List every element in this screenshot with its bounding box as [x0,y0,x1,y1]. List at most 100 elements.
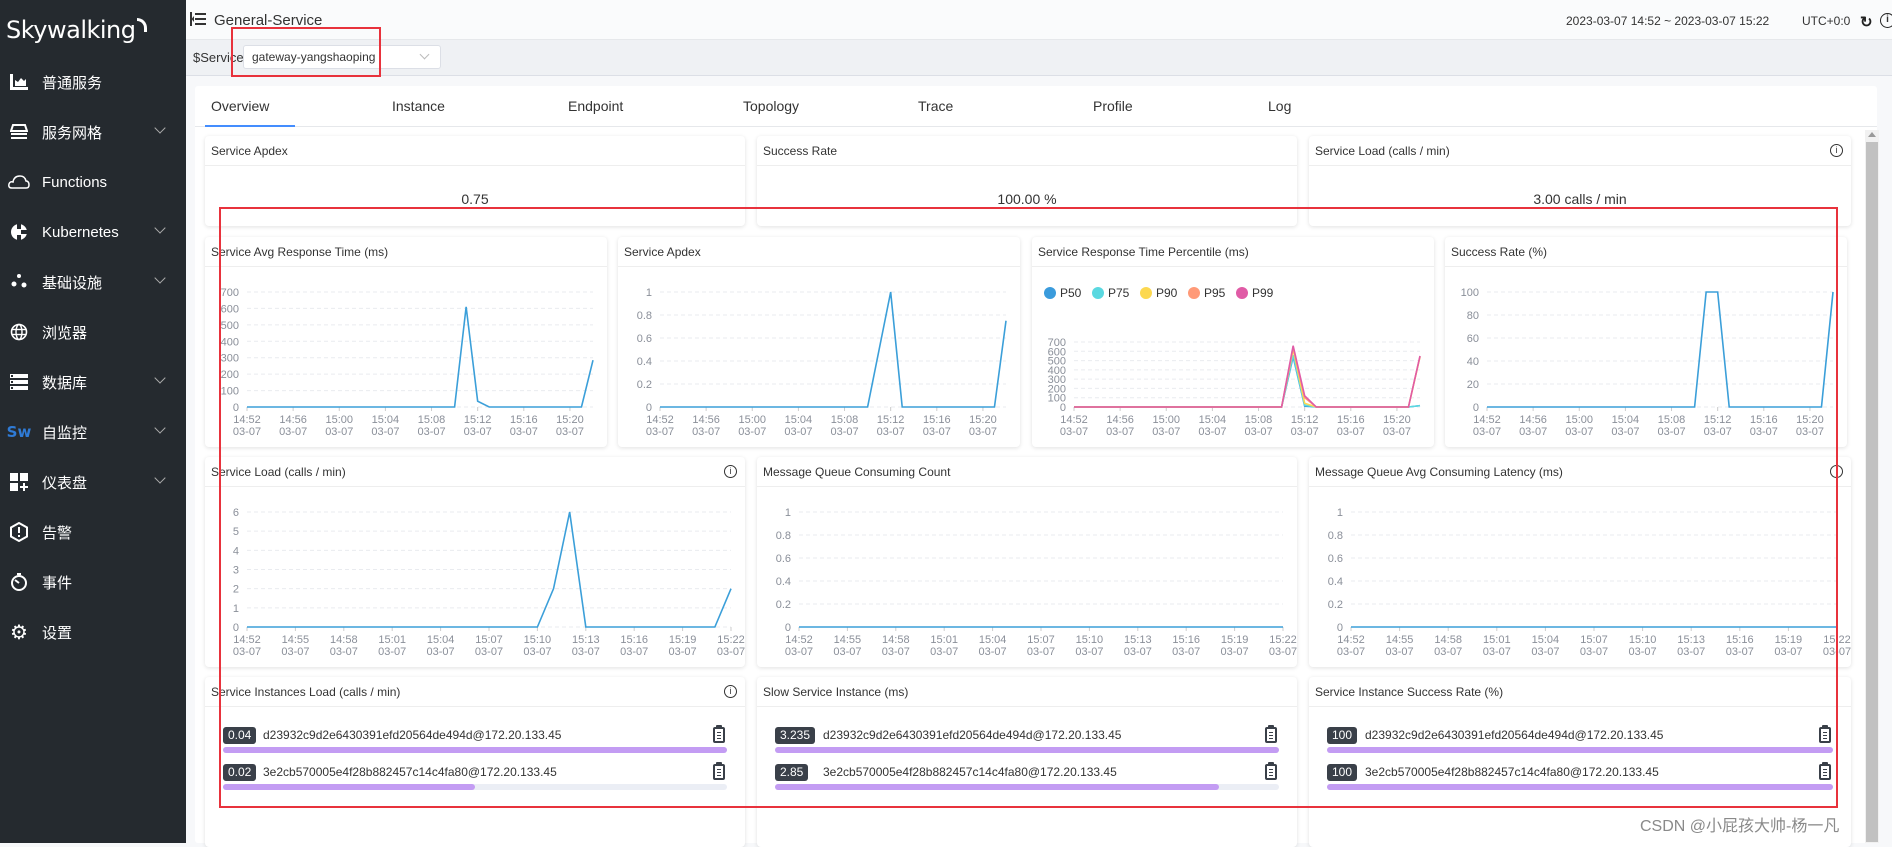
sidebar-item-2[interactable]: Functions [0,157,186,207]
instance-list: 0.04 d23932c9d2e6430391efd20564de494d@17… [223,725,727,801]
scrollbar-thumb[interactable] [1866,142,1878,842]
scroll-up-arrow[interactable] [1868,132,1876,137]
sidebar-item-label: 普通服务 [42,74,103,92]
chart-plot: 010020030040050060070014:5203-0714:5603-… [1044,286,1421,438]
x-tick-label: 15:20 [556,414,584,426]
legend-item-p50[interactable]: P50 [1044,286,1082,300]
y-tick-label: 1 [233,603,239,615]
clipboard-icon[interactable] [1265,725,1277,743]
series-line-apdex[interactable] [660,291,1007,408]
y-tick-label: 1 [785,507,791,519]
sidebar-item-11[interactable]: ⚙ 设置 [0,607,186,657]
sidebar-item-6[interactable]: 数据库 [0,357,186,407]
legend-item-p75[interactable]: P75 [1092,286,1130,300]
legend-swatch [1140,287,1152,299]
y-tick-label: 0.2 [637,379,652,391]
y-tick-label: 600 [221,303,239,315]
progress-fill [775,747,1279,753]
chart-card-avg-resp: Service Avg Response Time (ms) 0 100 200 300… [205,237,607,447]
info-icon[interactable]: i [1830,144,1843,157]
y-tick-label: 0.4 [637,356,652,368]
clipboard-icon[interactable] [1819,762,1831,780]
sidebar-item-1[interactable]: 服务网格 [0,107,186,157]
clipboard-icon[interactable] [713,762,725,780]
x-tick-label: 15:20 [969,414,997,426]
tab-log[interactable]: Log [1268,98,1291,114]
y-tick-label: 0 [785,622,791,634]
chevron-down-icon [154,372,166,384]
success-rate-value: 100.00 % [997,191,1057,207]
list-title: Slow Service Instance (ms) [757,677,1297,707]
sidebar: Skywalking 普通服务服务网格 Functions Kubernetes 基础… [0,0,186,843]
reload-icon[interactable]: ↻ [1860,13,1873,31]
clipboard-icon[interactable] [713,725,725,743]
vertical-scrollbar[interactable] [1865,130,1879,843]
x-tick-label: 15:22 [1823,634,1851,646]
legend-item-p99[interactable]: P99 [1236,286,1274,300]
chart-plot: 010020030040050060070014:5203-0714:5603-… [221,287,594,438]
service-select[interactable]: gateway-yangshaoping [243,45,441,69]
bar-chart-icon [8,71,30,93]
sidebar-item-9[interactable]: 告警 [0,507,186,557]
chart-title-text: Service Response Time Percentile (ms) [1038,245,1249,259]
chart-title-text: Service Avg Response Time (ms) [211,245,389,259]
tab-instance[interactable]: Instance [392,98,445,114]
x-tick-label: 03-07 [1434,646,1462,658]
sidebar-item-7[interactable]: Sw 自监控 [0,407,186,457]
list-card-instances-load: Service Instances Load (calls / min) i 0.… [205,677,745,847]
series-line-p50[interactable] [1074,356,1421,408]
info-icon[interactable]: i [724,465,737,478]
list-item[interactable]: 100 3e2cb570005e4f28b882457c14c4fa80@172… [1327,762,1833,801]
service-selector-label: $Service [193,50,244,65]
sidebar-item-3[interactable]: Kubernetes [0,207,186,257]
clipboard-icon[interactable] [1265,762,1277,780]
x-tick-label: 15:16 [1172,634,1200,646]
y-tick-label: 20 [1467,379,1479,391]
x-tick-label: 03-07 [969,426,997,438]
list-item[interactable]: 0.04 d23932c9d2e6430391efd20564de494d@17… [223,725,727,764]
series-line-p90[interactable] [1074,349,1421,408]
x-tick-label: 03-07 [1677,646,1705,658]
info-icon[interactable]: i [1880,13,1892,28]
tab-overview[interactable]: Overview [211,98,269,114]
time-range[interactable]: 2023-03-07 14:52 ~ 2023-03-07 15:22 [1566,14,1769,28]
chart-title: Service Response Time Percentile (ms) [1032,237,1434,267]
list-item[interactable]: 3.235 d23932c9d2e6430391efd20564de494d@1… [775,725,1279,764]
list-item[interactable]: 0.02 3e2cb570005e4f28b882457c14c4fa80@17… [223,762,727,801]
tab-topology[interactable]: Topology [743,98,799,114]
list-item[interactable]: 100 d23932c9d2e6430391efd20564de494d@172… [1327,725,1833,764]
tab-profile[interactable]: Profile [1093,98,1133,114]
legend-item-p90[interactable]: P90 [1140,286,1178,300]
series-line-p75[interactable] [1074,354,1421,408]
legend-item-p95[interactable]: P95 [1188,286,1226,300]
sidebar-item-0[interactable]: 普通服务 [0,57,186,107]
sidebar-item-label: 设置 [42,624,73,642]
x-tick-label: 15:16 [923,414,951,426]
list-item[interactable]: 2.85 3e2cb570005e4f28b882457c14c4fa80@17… [775,762,1279,801]
tab-trace[interactable]: Trace [918,98,953,114]
progress-track [1327,747,1833,753]
y-tick-label: 0 [233,402,239,414]
clipboard-icon[interactable] [1819,725,1831,743]
x-tick-label: 03-07 [1531,646,1559,658]
sidebar-item-5[interactable]: 浏览器 [0,307,186,357]
series-line-success[interactable] [1487,291,1834,408]
collapse-menu-icon[interactable] [190,12,206,26]
sidebar-item-label: 仪表盘 [42,474,88,492]
page-title: General-Service [214,12,323,29]
x-tick-label: 03-07 [785,646,813,658]
globe-icon [8,321,30,343]
info-icon[interactable]: i [1830,465,1843,478]
sidebar-item-10[interactable]: 事件 [0,557,186,607]
info-icon[interactable]: i [724,685,737,698]
sidebar-item-4[interactable]: 基础设施 [0,257,186,307]
tab-endpoint[interactable]: Endpoint [568,98,623,114]
sidebar-item-label: 告警 [42,524,73,542]
sidebar-item-8[interactable]: 仪表盘 [0,457,186,507]
x-tick-label: 03-07 [738,426,766,438]
skywalking-logo[interactable]: Skywalking [6,16,147,44]
dots-icon [8,271,30,293]
y-tick-label: 0 [1473,402,1479,414]
series-line-avg[interactable] [247,306,594,408]
x-tick-label: 15:10 [1076,634,1104,646]
